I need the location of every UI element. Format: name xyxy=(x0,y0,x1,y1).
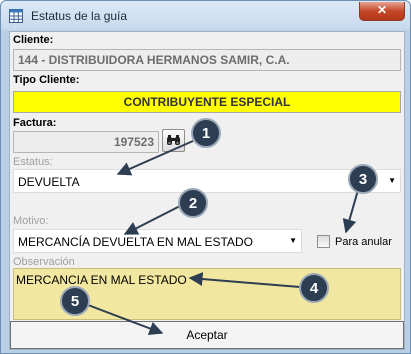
motivo-select[interactable]: MERCANCÍA DEVUELTA EN MAL ESTADO ▼ xyxy=(13,229,302,253)
factura-label: Factura: xyxy=(13,117,57,129)
estatus-value: DEVUELTA xyxy=(18,175,80,189)
estatus-select[interactable]: DEVUELTA ▼ xyxy=(13,169,401,193)
observacion-field[interactable]: MERCANCIA EN MAL ESTADO xyxy=(13,268,401,320)
chevron-down-icon: ▼ xyxy=(289,236,297,245)
binoculars-icon xyxy=(167,135,180,145)
estatus-label: Estatus: xyxy=(13,156,53,168)
motivo-value: MERCANCÍA DEVUELTA EN MAL ESTADO xyxy=(18,235,253,249)
search-factura-button[interactable] xyxy=(162,129,185,152)
observacion-label: Observación xyxy=(13,256,75,268)
table-icon xyxy=(9,9,23,23)
para-anular-checkbox[interactable] xyxy=(317,235,330,248)
motivo-label: Motivo: xyxy=(13,215,49,227)
dialog-body: Cliente: 144 - DISTRIBUIDORA HERMANOS SA… xyxy=(9,31,405,350)
dialog-window: Estatus de la guía ✕ Cliente: 144 - DIST… xyxy=(0,0,411,354)
tipo-cliente-value: CONTRIBUYENTE ESPECIAL xyxy=(123,95,291,109)
tipo-cliente-field: CONTRIBUYENTE ESPECIAL xyxy=(13,91,401,113)
tipo-cliente-label: Tipo Cliente: xyxy=(13,74,80,86)
cliente-value: 144 - DISTRIBUIDORA HERMANOS SAMIR, C.A. xyxy=(18,53,290,67)
observacion-value: MERCANCIA EN MAL ESTADO xyxy=(16,273,187,287)
cliente-label: Cliente: xyxy=(13,34,54,46)
title-bar[interactable]: Estatus de la guía ✕ xyxy=(1,1,410,31)
close-button[interactable]: ✕ xyxy=(359,2,405,21)
accept-label: Aceptar xyxy=(186,328,228,342)
close-icon: ✕ xyxy=(376,3,388,17)
factura-field[interactable]: 197523 xyxy=(13,131,159,153)
cliente-field: 144 - DISTRIBUIDORA HERMANOS SAMIR, C.A. xyxy=(13,49,401,71)
chevron-down-icon: ▼ xyxy=(388,176,396,185)
window-title: Estatus de la guía xyxy=(31,9,128,23)
factura-value: 197523 xyxy=(113,135,154,149)
para-anular-label: Para anular xyxy=(335,236,392,248)
accept-button[interactable]: Aceptar xyxy=(10,321,404,349)
